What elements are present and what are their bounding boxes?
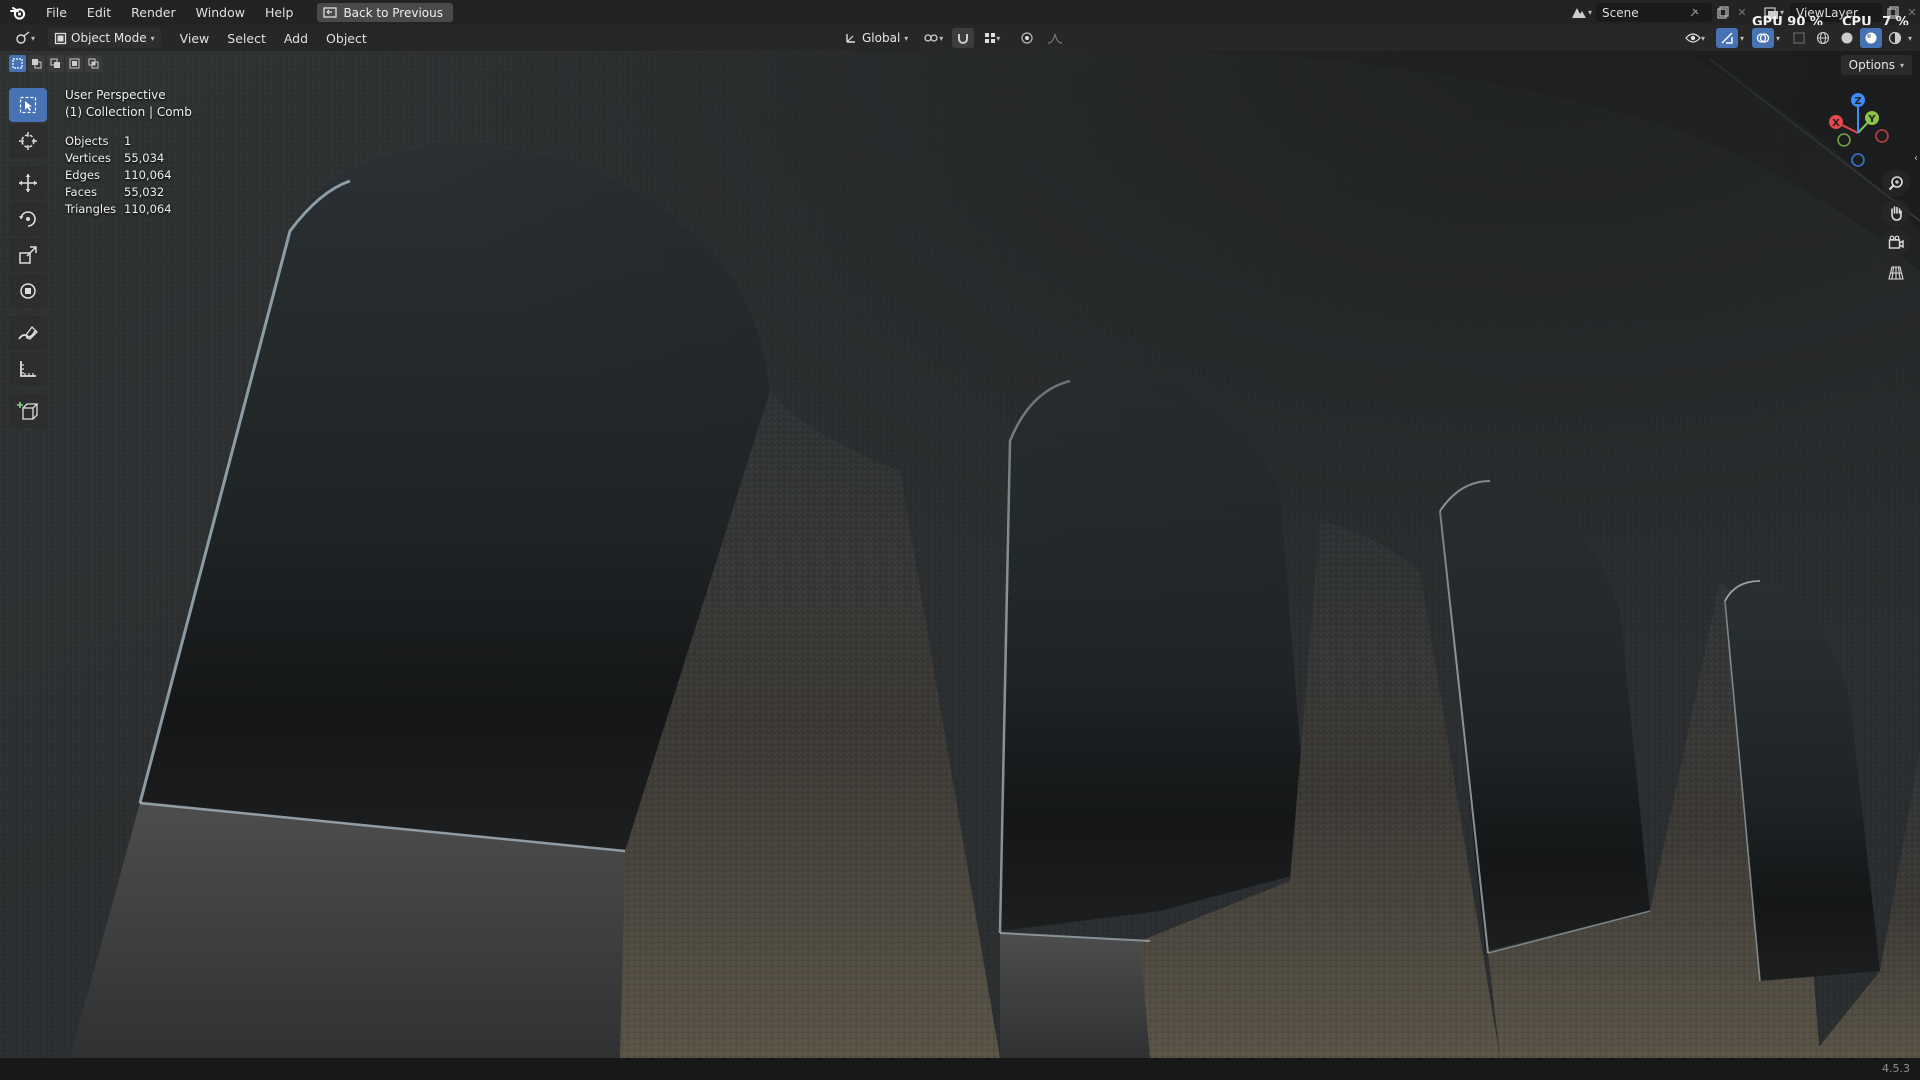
menu-file[interactable]: File [36,0,77,25]
stats-label: Edges [65,167,100,182]
visibility-eye-icon[interactable]: ▾ [1680,28,1710,48]
chevron-down-icon: ▾ [1899,60,1904,70]
version-label: 4.5.3 [1882,1062,1910,1075]
stats-value: 110,064 [124,201,172,216]
overlays-dropdown-icon[interactable]: ▾ [1776,34,1780,43]
menu-help[interactable]: Help [255,0,304,25]
3d-viewport[interactable]: ‹ [0,51,1920,1058]
viewport-header: ▾ Object Mode ▾ View Select Add Object G… [0,25,1920,51]
stats-row: Edges 110,064 [65,166,172,183]
back-to-previous-label: Back to Previous [343,5,443,20]
header-menu-select[interactable]: Select [218,31,275,46]
shading-wireframe-icon[interactable] [1812,28,1834,48]
editor-type-icon[interactable]: ▾ [8,28,42,48]
measure-tool-icon[interactable] [9,352,47,386]
scene-selector-icon[interactable]: ▾ [1566,3,1596,23]
stats-row: Triangles 110,064 [65,200,172,217]
sidebar-toggle-icon[interactable]: ‹ [1914,153,1918,164]
select-intersect-icon[interactable] [85,55,102,72]
pan-hand-icon[interactable] [1882,199,1910,227]
stats-value: 110,064 [124,167,172,182]
menu-window[interactable]: Window [186,0,255,25]
scene-field[interactable]: Scene [1596,3,1712,22]
navigation-gizmo[interactable]: X Y Z [1810,88,1910,178]
header-menu-view[interactable]: View [171,31,219,46]
viewport-render [0,51,1920,1058]
gizmo-y-label: Y [1867,114,1876,125]
stats-row: Vertices 55,034 [65,149,172,166]
stats-label: Faces [65,184,97,199]
status-bar: 4.5.3 [0,1058,1920,1080]
stats-value: 55,032 [124,184,165,199]
orientation-axes-icon [846,34,855,43]
transform-orientation-label: Global [862,31,901,45]
screen-back-icon [323,6,338,18]
top-menu-bar: File Edit Render Window Help Back to Pre… [0,0,1920,25]
gizmo-z-label: Z [1854,96,1861,107]
chevron-down-icon: ▾ [150,33,155,43]
transform-orientation-dropdown[interactable]: Global ▾ [838,28,914,48]
rotate-tool-icon[interactable] [9,202,47,236]
stats-label: Objects [65,133,109,148]
object-mode-icon [54,32,67,44]
object-mode-dropdown[interactable]: Object Mode ▾ [48,28,161,48]
header-center-controls: Global ▾ ▾ ▾ [838,28,1068,48]
falloff-curve-icon[interactable] [1042,28,1068,48]
move-tool-icon[interactable] [9,166,47,200]
pin-icon[interactable] [1688,7,1700,19]
stats-value: 55,034 [124,150,165,165]
delete-scene-icon[interactable]: ✕ [1734,3,1750,23]
header-menu-add[interactable]: Add [275,31,317,46]
transform-tool-icon[interactable] [9,274,47,308]
back-to-previous-button[interactable]: Back to Previous [317,3,453,22]
selection-mode-buttons [9,55,102,72]
shading-material-icon[interactable] [1859,28,1882,48]
stats-label: Triangles [65,201,117,216]
header-right-controls: ▾ ▾ ▾ ▾ [1680,28,1912,48]
shading-rendered-icon[interactable] [1884,28,1906,48]
stats-row: Objects 1 [65,132,172,149]
perspective-grid-icon[interactable] [1882,259,1910,287]
zoom-icon[interactable] [1882,169,1910,197]
collection-label: (1) Collection | Comb [65,105,192,119]
select-box-tool-icon[interactable] [9,88,47,122]
header-menu-object[interactable]: Object [317,31,376,46]
xray-toggle-icon[interactable] [1788,28,1810,48]
shading-solid-icon[interactable] [1836,28,1858,48]
camera-view-icon[interactable] [1882,229,1910,257]
snap-toggle-icon[interactable] [952,28,975,48]
left-toolbar [9,88,47,430]
shading-dropdown-icon[interactable]: ▾ [1908,34,1912,43]
object-mode-label: Object Mode [71,31,147,45]
stats-value: 1 [124,133,132,148]
select-extend-icon[interactable] [28,55,45,72]
overlays-toggle-icon[interactable] [1751,28,1774,48]
annotate-tool-icon[interactable] [9,316,47,350]
gizmo-toggle-icon[interactable] [1715,28,1738,48]
scene-statistics: Objects 1 Vertices 55,034 Edges 110,064 … [65,132,172,217]
select-subtract-icon[interactable] [47,55,64,72]
select-new-icon[interactable] [9,55,26,72]
cursor-tool-icon[interactable] [9,124,47,158]
viewport-info: User Perspective (1) Collection | Comb [65,87,192,121]
scene-name: Scene [1602,5,1639,20]
pivot-point-icon[interactable]: ▾ [918,28,948,48]
add-cube-tool-icon[interactable] [9,394,47,428]
blender-logo-icon[interactable] [0,0,36,25]
stats-row: Faces 55,032 [65,183,172,200]
new-scene-icon[interactable] [1712,3,1734,23]
menu-render[interactable]: Render [121,0,186,25]
perspective-label: User Perspective [65,88,166,102]
stats-label: Vertices [65,150,111,165]
snap-target-icon[interactable]: ▾ [978,28,1006,48]
gizmo-dropdown-icon[interactable]: ▾ [1740,34,1744,43]
options-dropdown[interactable]: Options ▾ [1840,55,1912,75]
select-invert-icon[interactable] [66,55,83,72]
menu-edit[interactable]: Edit [77,0,121,25]
scale-tool-icon[interactable] [9,238,47,272]
options-label: Options [1848,58,1895,72]
gizmo-x-label: X [1832,118,1840,129]
proportional-editing-icon[interactable] [1016,28,1038,48]
